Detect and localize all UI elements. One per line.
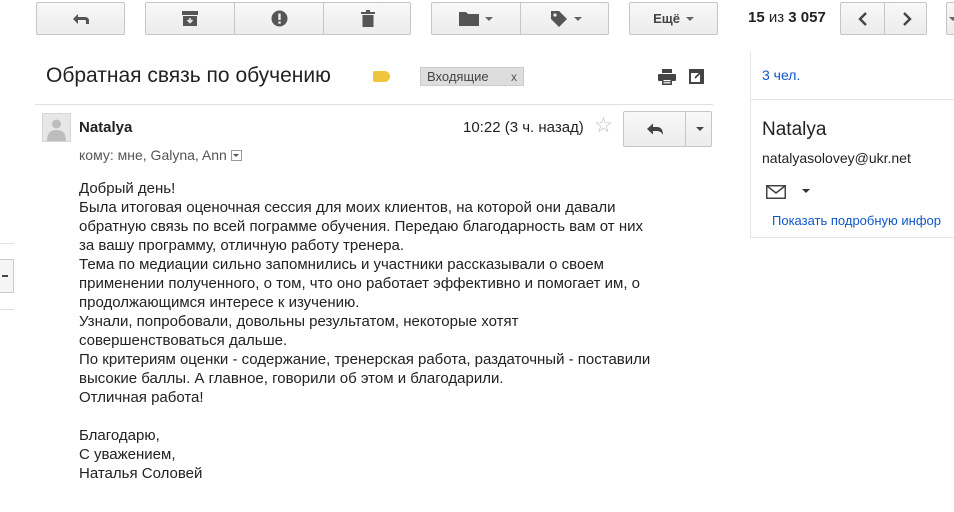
trash-icon (361, 10, 375, 27)
reply-icon (646, 123, 663, 135)
subject-divider (35, 104, 713, 105)
default-avatar-icon (47, 119, 66, 141)
body-line: за вашу программу, отличную работу трене… (79, 237, 405, 254)
show-details-link[interactable]: Показать подробную инфор (772, 213, 941, 228)
mail-icon[interactable] (766, 185, 786, 199)
tag-icon (550, 10, 567, 27)
message-body: Добрый день! Была итоговая оценочная сес… (79, 179, 699, 483)
signature-line: Благодарю, (79, 427, 160, 444)
body-line: Отличная работа! (79, 389, 204, 406)
avatar[interactable] (42, 113, 71, 142)
body-line: По критериям оценки - содержание, тренер… (79, 351, 651, 368)
body-line: Узнали, попробовали, довольны результато… (79, 313, 519, 330)
back-arrow-icon (72, 13, 89, 24)
body-line: совершенствоваться дальше. (79, 332, 288, 349)
body-line: обратную связь по всей пограмме обучения… (79, 218, 644, 235)
thread-subject: Обратная связь по обучению (46, 64, 331, 87)
sidebar-separator (751, 99, 954, 100)
body-line: Добрый день! (79, 180, 176, 197)
sender-name[interactable]: Natalya (79, 119, 132, 136)
labels-button[interactable] (521, 3, 610, 34)
back-button[interactable] (36, 2, 125, 35)
chevron-down-icon (485, 16, 493, 21)
chevron-right-icon (902, 11, 912, 26)
chevron-down-icon (949, 16, 954, 21)
contact-name: Natalya (762, 119, 827, 140)
settings-button[interactable] (946, 2, 954, 35)
sidebar-divider (750, 52, 751, 238)
older-button[interactable] (885, 3, 928, 34)
left-panel-divider (0, 243, 14, 244)
sidebar-separator (751, 237, 954, 238)
report-spam-icon (271, 10, 287, 27)
recipients-line: кому: мне, Galyna, Ann (79, 147, 242, 163)
body-line: высокие баллы. А главное, говорили об эт… (79, 370, 504, 387)
move-to-button[interactable] (432, 3, 520, 34)
counter-total: 3 057 (788, 9, 826, 26)
newer-button[interactable] (841, 3, 884, 34)
chevron-left-icon (857, 11, 867, 26)
message-time: 10:22 (3 ч. назад) (463, 119, 584, 136)
print-icon[interactable] (658, 69, 676, 85)
archive-button[interactable] (146, 3, 234, 34)
signature-line: Наталья Соловей (79, 465, 203, 482)
archive-icon (182, 11, 198, 26)
message-counter: 15 из 3 057 (748, 9, 826, 26)
more-actions-button[interactable] (686, 112, 713, 146)
chevron-down-icon (573, 16, 582, 21)
label-chip-remove[interactable]: x (511, 70, 517, 84)
open-new-window-icon[interactable] (689, 69, 704, 84)
reply-button[interactable] (624, 112, 685, 146)
move-labels-button-group (431, 2, 609, 35)
chevron-down-icon (233, 153, 240, 157)
chevron-down-icon (695, 127, 704, 131)
label-chip-text: Входящие (427, 69, 489, 84)
report-spam-button[interactable] (235, 3, 323, 34)
body-line: продолжающимся интересе к изучению. (79, 294, 360, 311)
reply-button-group (623, 111, 712, 147)
folder-icon (459, 12, 479, 26)
signature-line: С уважением, (79, 446, 176, 463)
more-button-label: Ещё (653, 11, 680, 26)
pager-button-group (840, 2, 927, 35)
label-chip-inbox: Входящие x (420, 67, 524, 86)
body-line: Тема по медиации сильно запомнились и уч… (79, 256, 604, 273)
collapse-panel-button[interactable] (0, 259, 14, 293)
delete-button[interactable] (324, 3, 412, 34)
recipients-text: кому: мне, Galyna, Ann (79, 147, 227, 163)
counter-current: 15 (748, 9, 765, 26)
left-panel-divider (0, 309, 14, 310)
actions-button-group (145, 2, 411, 35)
chevron-down-icon (685, 16, 694, 21)
body-line: Была итоговая оценочная сессия для моих … (79, 199, 616, 216)
contact-email: natalyasolovey@ukr.net (762, 150, 911, 166)
people-count-link[interactable]: 3 чел. (762, 67, 800, 83)
star-icon[interactable]: ☆ (594, 115, 613, 136)
importance-marker-icon[interactable] (373, 71, 390, 82)
body-line: применении полученного, о том, что оно р… (79, 275, 641, 292)
chevron-down-icon[interactable] (802, 189, 810, 193)
counter-separator: из (764, 9, 789, 26)
show-details-button[interactable] (230, 149, 242, 161)
more-button[interactable]: Ещё (629, 2, 718, 35)
